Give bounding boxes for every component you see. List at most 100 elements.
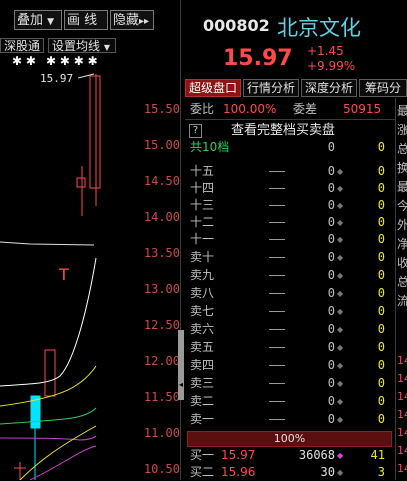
- level-label: 十三: [190, 198, 215, 212]
- right-strip-label: 今: [397, 199, 407, 213]
- sell-level-row[interactable]: 十二 0 ◆ 0: [185, 214, 407, 231]
- empty-price-dash: [269, 329, 285, 330]
- y-tick: 11.00: [143, 426, 180, 440]
- ma-line-long: [0, 241, 95, 246]
- diamond-icon: ◆: [337, 307, 344, 316]
- diamond-icon: ◆: [337, 167, 344, 176]
- total-levels-label: 共10档: [190, 140, 230, 154]
- candle-up: [76, 177, 86, 188]
- view-full-link[interactable]: 查看完整档买卖盘: [231, 122, 335, 139]
- y-tick: 15.50: [143, 102, 180, 116]
- ratio-value: 100.00%: [223, 102, 277, 116]
- level-volume: 0: [327, 412, 335, 426]
- y-tick: 13.00: [143, 282, 180, 296]
- diff-label: 委差: [293, 102, 318, 116]
- level-label: 卖四: [190, 358, 215, 372]
- sell-level-row[interactable]: 卖九 0 ◆ 0: [185, 267, 407, 284]
- y-tick: 15.00: [143, 138, 180, 152]
- ma-line-20: [0, 407, 97, 425]
- connect-button[interactable]: 深股通: [0, 38, 44, 53]
- right-strip-divider: [395, 98, 396, 480]
- diamond-icon: ◆: [337, 253, 344, 262]
- sell-level-row[interactable]: 卖十 0 ◆ 0: [185, 249, 407, 266]
- change-percent: +9.99%: [307, 59, 356, 73]
- diamond-icon: ◆: [337, 201, 344, 210]
- help-icon[interactable]: ?: [189, 124, 202, 138]
- level-count: 41: [370, 448, 385, 462]
- level-label: 卖七: [190, 304, 215, 318]
- diamond-icon: ◆: [337, 184, 344, 193]
- sell-level-row[interactable]: 卖二 0 ◆ 0: [185, 393, 407, 410]
- level-count: 0: [377, 250, 385, 264]
- ma-settings-button[interactable]: 设置均线 ▼: [48, 38, 116, 53]
- right-strip-label: 总: [397, 142, 407, 156]
- stock-name: 北京文化: [277, 16, 361, 40]
- y-tick: 14.50: [143, 174, 180, 188]
- panel-collapse-handle[interactable]: [178, 330, 184, 400]
- level-price: 15.96: [221, 465, 256, 479]
- sell-level-row[interactable]: 十一 0 ◆ 0: [185, 231, 407, 248]
- tab-super-depth[interactable]: 超级盘口: [185, 79, 241, 97]
- ma-line-30: [0, 435, 97, 441]
- level-count: 0: [377, 340, 385, 354]
- level-count: 0: [377, 412, 385, 426]
- diamond-icon: ◆: [337, 271, 344, 280]
- right-strip-price: 14: [397, 408, 407, 421]
- tab-chip-analysis[interactable]: 筹码分: [359, 79, 407, 97]
- level-label: 十五: [190, 164, 215, 178]
- draw-line-button[interactable]: 画 线: [64, 10, 108, 30]
- diamond-icon: ◆: [337, 325, 344, 334]
- buy-sell-ratio-bar: 100%: [187, 431, 392, 447]
- diamond-icon: ◆: [337, 415, 344, 424]
- empty-price-dash: [269, 205, 285, 206]
- diamond-icon: ◆: [337, 343, 344, 352]
- sell-level-row[interactable]: 卖一 0 ◆ 0: [185, 411, 407, 428]
- right-strip-label: 净: [397, 237, 407, 251]
- total-vol: 0: [327, 140, 335, 154]
- price-change: +1.45 +9.99%: [307, 44, 355, 74]
- tab-deep-analysis[interactable]: 深度分析: [301, 79, 357, 97]
- level-label: 卖二: [190, 394, 215, 408]
- ma-line-120: [29, 445, 97, 480]
- sell-level-row[interactable]: 卖五 0 ◆ 0: [185, 339, 407, 356]
- y-tick: 14.00: [143, 210, 180, 224]
- right-strip-price: 14: [397, 372, 407, 385]
- sell-level-row[interactable]: 十四 0 ◆ 0: [185, 180, 407, 197]
- overlay-label: 叠加: [17, 13, 44, 28]
- quote-panel: 000802 北京文化 15.97 +1.45 +9.99% 超级盘口 行情分析…: [185, 0, 407, 480]
- sell-level-row[interactable]: 卖六 0 ◆ 0: [185, 321, 407, 338]
- right-strip-label: 收: [397, 256, 407, 270]
- right-strip-label: 最: [397, 180, 407, 194]
- panel-divider[interactable]: [180, 0, 181, 480]
- buy-level-row[interactable]: 买二 15.96 30 ◆ 3: [185, 464, 407, 481]
- ma-settings-label: 设置均线: [52, 39, 101, 53]
- level-volume: 0: [327, 304, 335, 318]
- order-ratio-row: 委比 100.00% 委差 50915: [185, 101, 407, 118]
- empty-price-dash: [269, 293, 285, 294]
- level-volume: 0: [327, 358, 335, 372]
- sell-level-row[interactable]: 卖八 0 ◆ 0: [185, 285, 407, 302]
- overlay-button[interactable]: 叠加 ▼: [14, 10, 62, 30]
- level-count: 0: [377, 198, 385, 212]
- sell-level-row[interactable]: 卖七 0 ◆ 0: [185, 303, 407, 320]
- change-amount: +1.45: [307, 44, 344, 58]
- buy-level-row[interactable]: 买一 15.97 36068 ◆ 41: [185, 447, 407, 464]
- empty-price-dash: [269, 171, 285, 172]
- sell-level-row[interactable]: 十五 0 ◆ 0: [185, 163, 407, 180]
- tab-market-analysis[interactable]: 行情分析: [243, 79, 299, 97]
- total-levels-row: 共10档 0 0: [185, 139, 407, 156]
- diamond-icon: ◆: [337, 289, 344, 298]
- sell-level-row[interactable]: 卖四 0 ◆ 0: [185, 357, 407, 374]
- last-price: 15.97: [223, 46, 293, 71]
- y-tick: 10.50: [143, 462, 180, 476]
- candle-up: [89, 75, 101, 189]
- y-tick: 11.50: [143, 390, 180, 404]
- level-label: 卖九: [190, 268, 215, 282]
- view-full-row: ? 查看完整档买卖盘: [185, 122, 407, 139]
- sell-level-row[interactable]: 卖三 0 ◆ 0: [185, 375, 407, 392]
- level-label: 买二: [190, 465, 215, 479]
- level-count: 3: [377, 465, 385, 479]
- y-tick: 12.50: [143, 318, 180, 332]
- level-volume: 0: [327, 286, 335, 300]
- sell-level-row[interactable]: 十三 0 ◆ 0: [185, 197, 407, 214]
